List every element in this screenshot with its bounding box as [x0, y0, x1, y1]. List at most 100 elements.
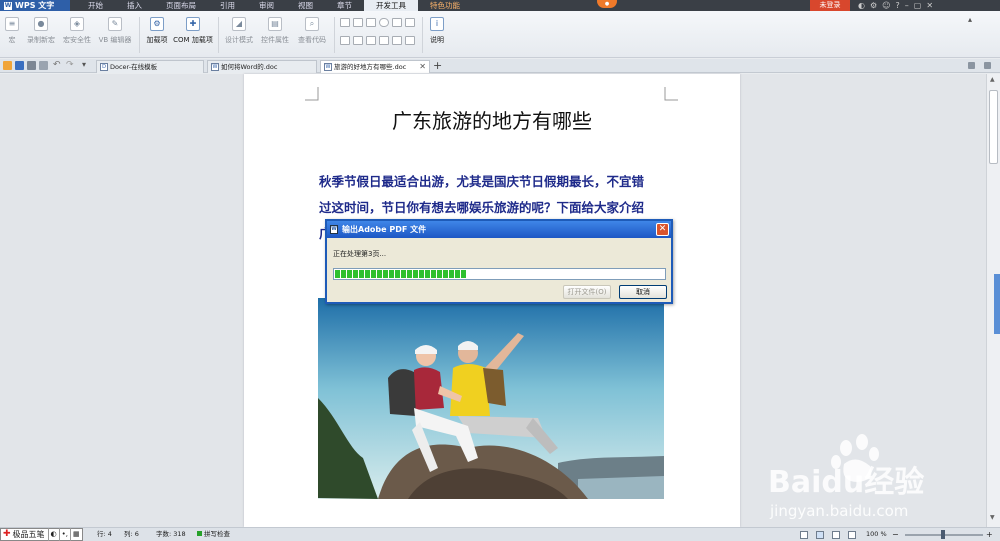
description-button[interactable]: i 说明	[426, 17, 448, 45]
print-icon[interactable]	[27, 61, 36, 70]
feedback-icon[interactable]: ☺	[882, 1, 890, 10]
close-icon[interactable]: ✕	[926, 1, 933, 10]
wps-logo-icon: W	[4, 1, 12, 10]
settings-icon[interactable]: ⚙	[870, 1, 877, 10]
radio-control-icon[interactable]	[379, 18, 389, 27]
hikers-photo[interactable]	[318, 298, 664, 499]
info-icon: i	[430, 17, 444, 31]
zoom-slider-knob[interactable]	[941, 530, 945, 539]
app-menu-button[interactable]: W WPS 文字	[0, 0, 70, 11]
tab-doc-travel[interactable]: W 旅游的好地方有哪些.doc ✕	[320, 60, 430, 73]
macro-security-button[interactable]: ◈ 宏安全性	[60, 17, 94, 45]
frame-control-icon[interactable]	[353, 36, 363, 45]
properties-icon: ▤	[268, 17, 282, 31]
ribbon-toolbar: ≡ 宏 ● 录制新宏 ◈ 宏安全性 ✎ VB 编辑器 ⚙ 加载项 ✚ COM 加载项 ◢ 设计…	[0, 11, 1000, 58]
design-mode-button[interactable]: ◢ 设计模式	[222, 17, 256, 45]
login-button[interactable]: 未登录	[810, 0, 850, 11]
zoom-in-icon[interactable]: +	[986, 528, 993, 541]
document-paragraph-line-2[interactable]: 过这时间，节日你有想去哪娱乐旅游的呢？下面给大家介绍	[319, 197, 644, 216]
help-icon[interactable]: ?	[896, 1, 900, 10]
tab-restore-icon[interactable]	[984, 62, 991, 69]
add-ins-button[interactable]: ⚙ 加载项	[143, 17, 171, 45]
document-paragraph-line-1[interactable]: 秋季节假日最适合出游，尤其是国庆节日假期最长，不宜错	[319, 171, 644, 190]
menu-tab-section[interactable]: 章节	[325, 0, 364, 11]
document-title[interactable]: 广东旅游的地方有哪些	[244, 105, 740, 134]
print-preview-icon[interactable]	[39, 61, 48, 70]
crop-mark-top-right	[664, 87, 678, 101]
spell-check-toggle[interactable]: 拼写检查	[197, 528, 230, 541]
shield-icon: ◈	[70, 17, 84, 31]
menu-tab-references[interactable]: 引用	[208, 0, 247, 11]
status-bar: ✚ 极品五笔 ◐ •, ▦ 行: 4 列: 6 字数: 318 拼写检查 100…	[0, 527, 1000, 541]
com-add-ins-button[interactable]: ✚ COM 加载项	[172, 17, 214, 45]
ruler-icon: ◢	[232, 17, 246, 31]
reading-view-icon[interactable]	[800, 531, 808, 539]
scrollbar-thumb[interactable]	[989, 90, 998, 164]
scrollbar-control-icon[interactable]	[379, 36, 389, 45]
cancel-button[interactable]: 取消	[619, 285, 667, 299]
side-panel-handle[interactable]	[994, 274, 1000, 334]
ime-keyboard-icon[interactable]: ▦	[70, 528, 82, 541]
open-file-button[interactable]: 打开文件(O)	[563, 285, 611, 299]
label-control-icon[interactable]	[392, 18, 402, 27]
menu-tab-view[interactable]: 视图	[286, 0, 325, 11]
dialog-title: 输出Adobe PDF 文件	[342, 225, 427, 234]
menu-tab-page-layout[interactable]: 页面布局	[154, 0, 208, 11]
code-icon: ⌕	[305, 17, 319, 31]
maximize-icon[interactable]: ▢	[914, 1, 922, 10]
view-code-button[interactable]: ⌕ 查看代码	[294, 17, 330, 45]
close-tab-icon[interactable]: ✕	[419, 61, 426, 73]
undo-icon[interactable]: ↶	[53, 60, 61, 70]
edit-icon: ✎	[108, 17, 122, 31]
tab-doc-how-to[interactable]: W 如何将Word的.doc	[207, 60, 317, 73]
page-view-icon[interactable]	[816, 531, 824, 539]
control-properties-button[interactable]: ▤ 控件属性	[258, 17, 292, 45]
new-tab-icon[interactable]: +	[433, 60, 442, 72]
record-macro-button[interactable]: ● 录制新宏	[23, 17, 59, 45]
ime-punctuation-icon[interactable]: •,	[58, 528, 70, 541]
skin-icon[interactable]: ◐	[858, 1, 865, 10]
image-control-icon[interactable]	[392, 36, 402, 45]
redo-icon[interactable]: ↷	[66, 60, 74, 70]
spin-control-icon[interactable]	[366, 36, 376, 45]
textbox-control-icon[interactable]	[353, 18, 363, 27]
dialog-close-button[interactable]: ✕	[656, 223, 669, 236]
zoom-out-icon[interactable]: −	[892, 528, 899, 541]
toggle-control-icon[interactable]	[405, 36, 415, 45]
minimize-icon[interactable]: –	[905, 1, 909, 10]
menu-tab-features[interactable]: 特色功能	[418, 0, 472, 11]
cursor-column: 列: 6	[124, 530, 139, 538]
document-tab-strip: ↶ ↷ ▾ D Docer-在线模板 W 如何将Word的.doc W 旅游的好…	[0, 59, 1000, 73]
record-icon: ●	[34, 17, 48, 31]
ribbon-divider	[218, 17, 219, 53]
combobox-control-icon[interactable]	[340, 36, 350, 45]
window-controls: ◐ ⚙ ☺ ? – ▢ ✕	[858, 0, 933, 11]
tab-docer-templates[interactable]: D Docer-在线模板	[96, 60, 204, 73]
save-icon[interactable]	[15, 61, 24, 70]
collapse-ribbon-icon[interactable]: ▴	[968, 15, 972, 24]
web-view-icon[interactable]	[848, 531, 856, 539]
customize-toolbar-icon[interactable]: ▾	[82, 60, 86, 69]
menu-tab-review[interactable]: 审阅	[247, 0, 286, 11]
macro-icon: ≡	[5, 17, 19, 31]
menu-tab-insert[interactable]: 插入	[115, 0, 154, 11]
menu-tab-home[interactable]: 开始	[76, 0, 115, 11]
ime-toolbar[interactable]: ✚ 极品五笔 ◐ •, ▦	[0, 528, 83, 541]
menu-tab-developer[interactable]: 开发工具	[364, 0, 418, 11]
button-control-icon[interactable]	[366, 18, 376, 27]
zoom-level[interactable]: 100 %	[866, 528, 887, 541]
open-file-icon[interactable]	[3, 61, 12, 70]
word-count[interactable]: 字数: 318	[156, 528, 186, 541]
scroll-down-icon[interactable]: ▼	[990, 514, 995, 521]
checkbox-control-icon[interactable]	[340, 18, 350, 27]
tab-menu-icon[interactable]	[968, 62, 975, 69]
macro-button[interactable]: ≡ 宏	[3, 17, 21, 45]
listbox-control-icon[interactable]	[405, 18, 415, 27]
dialog-title-bar[interactable]: W 输出Adobe PDF 文件 ✕	[327, 221, 671, 238]
outline-view-icon[interactable]	[832, 531, 840, 539]
ime-moon-icon[interactable]: ◐	[47, 528, 59, 541]
ribbon-divider	[422, 17, 423, 53]
vb-editor-button[interactable]: ✎ VB 编辑器	[95, 17, 135, 45]
scroll-up-icon[interactable]: ▲	[990, 76, 995, 83]
gear-icon: ⚙	[150, 17, 164, 31]
